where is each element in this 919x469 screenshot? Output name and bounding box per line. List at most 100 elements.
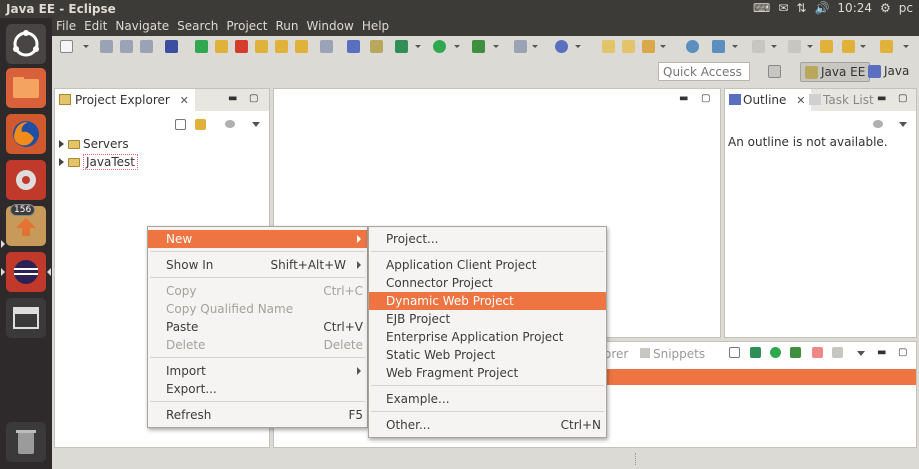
next-annotation-dropdown-icon[interactable] [771,45,777,48]
server-icon[interactable] [370,40,383,53]
new-dropdown-icon[interactable] [83,45,89,48]
back-icon[interactable] [842,40,855,53]
toggle-ant-editor-icon[interactable] [712,40,725,53]
view-menu-icon[interactable] [899,122,907,127]
workspace-switcher-icon[interactable] [6,298,46,338]
forward-icon[interactable] [880,40,893,53]
external-tools-icon[interactable] [472,40,485,53]
link-with-editor-icon[interactable] [195,119,206,130]
step-over-icon[interactable] [275,40,288,53]
menu-item-import[interactable]: Import [148,362,367,380]
perspective-java-ee[interactable]: Java EE [800,62,871,82]
system-settings-icon[interactable] [6,160,46,200]
submenu-item-project[interactable]: Project... [369,230,606,248]
clock[interactable]: 10:24 [837,1,872,15]
focus-icon[interactable] [873,120,883,128]
step-return-icon[interactable] [295,40,308,53]
menu-item-export[interactable]: Export... [148,380,367,398]
previous-annotation-dropdown-icon[interactable] [807,45,813,48]
open-console-icon[interactable] [347,40,360,53]
files-icon[interactable] [6,68,46,108]
last-edit-location-icon[interactable] [820,40,833,53]
menu-item-copy-qualified-name[interactable]: Copy Qualified Name [148,300,367,318]
skip-breakpoints-icon[interactable] [165,40,178,53]
gear-icon[interactable]: ⚙ [880,1,891,15]
menu-navigate[interactable]: Navigate [111,18,173,36]
open-type-icon[interactable] [602,40,615,53]
stop-server-icon[interactable] [812,347,823,358]
collapse-all-icon[interactable] [175,119,186,130]
tree-item-servers[interactable]: Servers [59,136,129,152]
annotation-dropdown-icon[interactable] [732,45,738,48]
open-resource-icon[interactable] [622,40,635,53]
open-web-browser-icon[interactable] [686,40,699,53]
forward-dropdown-icon[interactable] [903,45,909,48]
print-icon[interactable] [140,40,153,53]
menu-item-delete[interactable]: Delete Delete [148,336,367,354]
minimize-icon[interactable]: ▬ [679,93,688,104]
tab-project-explorer[interactable]: Project Explorer ✕ [55,89,195,111]
menu-item-paste[interactable]: Paste Ctrl+V [148,318,367,336]
back-dropdown-icon[interactable] [860,45,866,48]
submenu-item-web-fragment-project[interactable]: Web Fragment Project [369,364,606,382]
mail-icon[interactable]: ✉ [778,1,788,15]
new-icon[interactable] [60,40,73,53]
menu-search[interactable]: Search [173,18,222,36]
menu-item-new[interactable]: New [148,230,367,248]
maximize-icon[interactable]: ▢ [701,93,710,104]
menu-project[interactable]: Project [222,18,271,36]
submenu-item-example[interactable]: Example... [369,390,606,408]
volume-icon[interactable]: 🔊 [814,1,829,15]
user-name[interactable]: pc [899,1,913,15]
close-icon[interactable]: ✕ [796,94,805,107]
run-dropdown-icon[interactable] [454,45,460,48]
focus-icon[interactable] [225,120,235,128]
collapse-all-icon[interactable] [729,347,740,358]
minimize-icon[interactable]: ▬ [877,347,886,358]
previous-annotation-icon[interactable] [788,40,801,53]
submenu-item-static-web-project[interactable]: Static Web Project [369,346,606,364]
view-menu-icon[interactable] [857,351,865,356]
new-class-icon[interactable] [555,40,568,53]
tab-data-source-explorer-partial[interactable]: orer [604,347,628,361]
minimize-icon[interactable]: ▬ [228,93,237,104]
trash-icon[interactable] [6,422,46,462]
new-server-dropdown-icon[interactable] [532,45,538,48]
search-icon[interactable] [642,40,655,53]
step-into-icon[interactable] [255,40,268,53]
view-menu-icon[interactable] [252,122,260,127]
menu-item-show-in[interactable]: Show In Shift+Alt+W [148,256,367,274]
close-icon[interactable]: ✕ [180,94,189,107]
eclipse-icon[interactable] [6,252,46,292]
software-updater-icon[interactable]: 156 [6,204,46,246]
submenu-item-dynamic-web-project[interactable]: Dynamic Web Project [369,292,606,310]
quick-access-input[interactable] [658,62,750,81]
save-all-icon[interactable] [120,40,133,53]
maximize-icon[interactable]: ▢ [898,93,907,104]
tab-task-list[interactable]: Task List [807,89,880,111]
expand-icon[interactable] [59,140,64,148]
submenu-item-connector-project[interactable]: Connector Project [369,274,606,292]
maximize-icon[interactable]: ▢ [249,93,258,104]
network-icon[interactable]: ⇅ [796,1,806,15]
debug-icon[interactable] [395,40,408,53]
new-class-dropdown-icon[interactable] [575,45,581,48]
menu-help[interactable]: Help [358,18,393,36]
debug-server-icon[interactable] [750,347,761,358]
submenu-item-ejb-project[interactable]: EJB Project [369,310,606,328]
menu-item-refresh[interactable]: Refresh F5 [148,406,367,424]
tab-snippets[interactable]: Snippets [640,347,705,361]
submenu-item-application-client-project[interactable]: Application Client Project [369,256,606,274]
perspective-java[interactable]: Java [864,62,913,82]
search-dropdown-icon[interactable] [660,45,666,48]
menu-run[interactable]: Run [271,18,302,36]
run-icon[interactable] [433,40,446,53]
terminate-icon[interactable] [235,40,248,53]
expand-icon[interactable] [59,158,64,166]
publish-icon[interactable] [832,347,843,358]
external-tools-dropdown-icon[interactable] [493,45,499,48]
keyboard-icon[interactable]: ⌨ [753,1,770,15]
open-perspective-icon[interactable] [768,65,781,78]
maximize-icon[interactable]: ▢ [898,347,907,358]
menu-item-copy[interactable]: Copy Ctrl+C [148,282,367,300]
